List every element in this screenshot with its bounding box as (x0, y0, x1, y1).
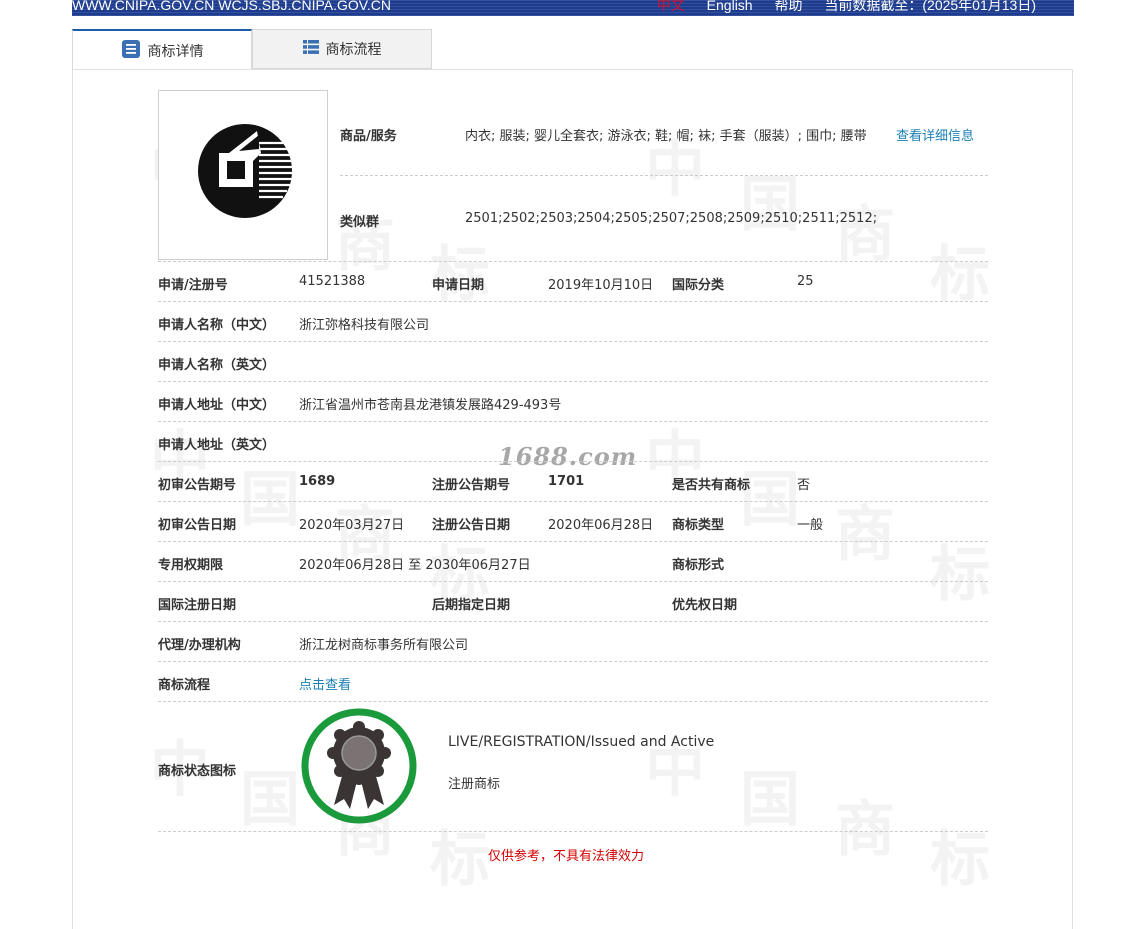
status-en: LIVE/REGISTRATION/Issued and Active (448, 734, 715, 750)
divider (158, 261, 988, 262)
address-cn-value: 浙江省温州市苍南县龙港镇发展路429-493号 (299, 398, 562, 413)
legal-notice: 仅供参考，不具有法律效力 (488, 849, 645, 864)
reg-issue-label: 注册公告期号 (432, 478, 511, 493)
app-date-label: 申请日期 (432, 278, 485, 293)
divider (340, 175, 988, 176)
trademark-image[interactable] (158, 90, 328, 260)
trademark-logo (198, 124, 293, 218)
watermark-char: 国 (740, 765, 800, 835)
award-ribbon-icon (300, 707, 418, 829)
reg-no-value: 41521388 (299, 274, 366, 289)
status-cn: 注册商标 (448, 777, 501, 792)
priority-date-label: 优先权日期 (672, 598, 738, 613)
watermark-char: 国 (740, 170, 800, 240)
prelim-date-value: 2020年03月27日 (299, 518, 405, 533)
tab-label: 商标流程 (325, 42, 382, 58)
divider (158, 501, 988, 502)
shared-label: 是否共有商标 (672, 478, 751, 493)
process-label: 商标流程 (158, 678, 211, 693)
lang-chinese-link[interactable]: 中文 (657, 0, 685, 13)
divider (158, 341, 988, 342)
divider (158, 421, 988, 422)
app-date-value: 2019年10月10日 (548, 278, 654, 293)
goods-label: 商品/服务 (340, 129, 397, 144)
tm-type-label: 商标类型 (672, 518, 725, 533)
document-list-icon (121, 39, 141, 63)
reg-issue-value: 1701 (548, 474, 585, 489)
list-view-icon (302, 39, 319, 59)
divider (158, 831, 988, 832)
view-process-link[interactable]: 点击查看 (299, 674, 351, 693)
applicant-cn-value: 浙江弥格科技有限公司 (299, 318, 430, 333)
intl-class-value: 25 (797, 274, 814, 289)
watermark-char: 标 (930, 240, 990, 310)
divider (158, 701, 988, 702)
divider (158, 381, 988, 382)
term-value: 2020年06月28日 至 2030年06月27日 (299, 558, 531, 573)
prelim-issue-label: 初审公告期号 (158, 478, 237, 493)
watermark-char: 商 (835, 795, 895, 865)
divider (158, 461, 988, 462)
reg-date-value: 2020年06月28日 (548, 518, 654, 533)
tab-label: 商标详情 (147, 43, 204, 60)
divider (158, 581, 988, 582)
similar-group-label: 类似群 (340, 215, 380, 230)
divider (158, 541, 988, 542)
tab-bar: 商标详情 商标流程 (72, 29, 1074, 70)
lang-english-link[interactable]: English (707, 0, 753, 13)
divider (158, 661, 988, 662)
status-label: 商标状态图标 (158, 764, 237, 779)
tab-trademark-detail[interactable]: 商标详情 (72, 29, 252, 70)
agency-label: 代理/办理机构 (158, 638, 241, 653)
address-cn-label: 申请人地址（中文） (158, 398, 276, 413)
watermark-char: 标 (430, 825, 490, 895)
data-date: 当前数据截至：(2025年01月13日) (824, 0, 1036, 13)
intl-reg-date-label: 国际注册日期 (158, 598, 237, 613)
agency-value: 浙江龙树商标事务所有限公司 (299, 638, 469, 653)
top-bar-right: 中文 English 帮助 当前数据截至：(2025年01月13日) (639, 0, 1036, 13)
divider (158, 621, 988, 622)
later-designation-label: 后期指定日期 (432, 598, 511, 613)
intl-class-label: 国际分类 (672, 278, 725, 293)
watermark-char: 国 (240, 465, 300, 535)
tab-trademark-process[interactable]: 商标流程 (252, 29, 432, 69)
watermark-char: 商 (835, 500, 895, 570)
site-urls[interactable]: WWW.CNIPA.GOV.CN WCJS.SBJ.CNIPA.GOV.CN (72, 0, 391, 12)
watermark-char: 标 (930, 540, 990, 610)
shared-value: 否 (797, 478, 811, 493)
tm-form-label: 商标形式 (672, 558, 725, 573)
prelim-date-label: 初审公告日期 (158, 518, 237, 533)
divider (158, 301, 988, 302)
address-en-label: 申请人地址（英文） (158, 438, 276, 453)
top-bar: WWW.CNIPA.GOV.CN WCJS.SBJ.CNIPA.GOV.CN 中… (72, 0, 1074, 16)
view-details-link[interactable]: 查看详细信息 (896, 125, 974, 144)
prelim-issue-value: 1689 (299, 474, 336, 489)
watermark-char: 国 (240, 765, 300, 835)
applicant-en-label: 申请人名称（英文） (158, 358, 276, 373)
reg-date-label: 注册公告日期 (432, 518, 511, 533)
reg-no-label: 申请/注册号 (158, 278, 228, 293)
help-link[interactable]: 帮助 (774, 0, 802, 13)
term-label: 专用权期限 (158, 558, 224, 573)
goods-value: 内衣; 服装; 婴儿全套衣; 游泳衣; 鞋; 帽; 袜; 手套（服装）; 围巾;… (465, 129, 867, 144)
similar-group-value: 2501;2502;2503;2504;2505;2507;2508;2509;… (465, 211, 878, 226)
site-watermark: 1688.com (498, 442, 638, 471)
tm-type-value: 一般 (797, 518, 824, 533)
watermark-char: 标 (930, 825, 990, 895)
applicant-cn-label: 申请人名称（中文） (158, 318, 276, 333)
watermark-char: 中 (645, 135, 705, 205)
